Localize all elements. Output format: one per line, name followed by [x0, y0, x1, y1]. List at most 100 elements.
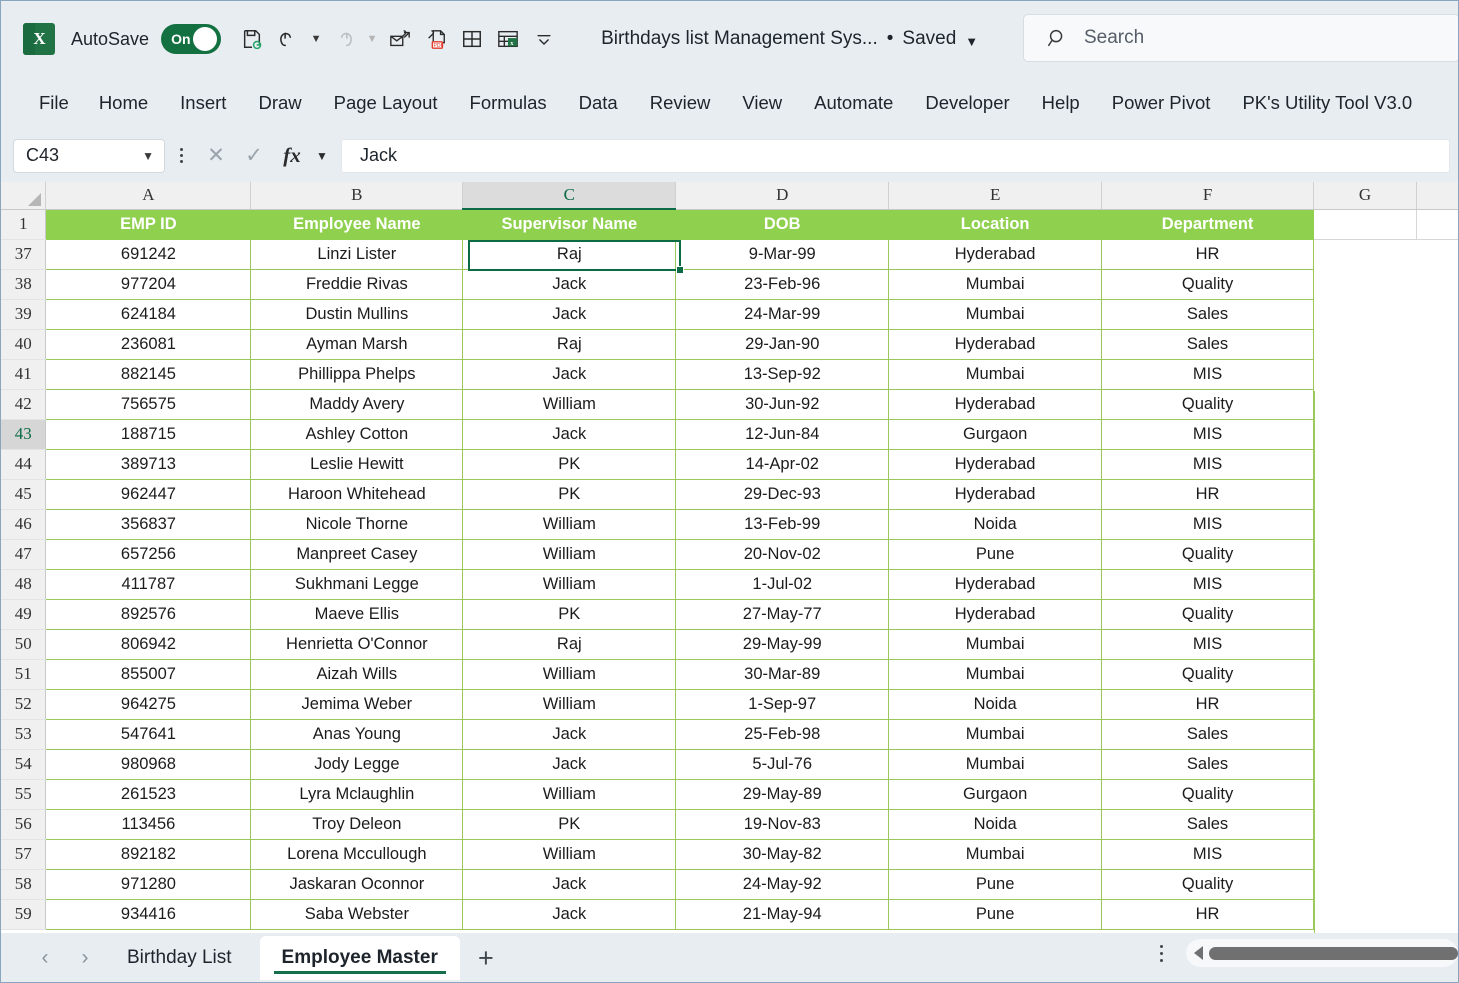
data-cell[interactable]: Sales	[1102, 809, 1314, 839]
row-header-46[interactable]: 46	[1, 509, 46, 539]
empty-cell[interactable]	[1314, 689, 1417, 719]
data-cell[interactable]: Jack	[463, 359, 676, 389]
empty-cell[interactable]	[1314, 659, 1417, 689]
data-cell[interactable]: HR	[1102, 899, 1314, 929]
data-cell[interactable]: Hyderabad	[889, 449, 1102, 479]
email-attach-icon[interactable]	[383, 22, 417, 56]
data-cell[interactable]: Manpreet Casey	[251, 539, 463, 569]
data-cell[interactable]: Mumbai	[889, 839, 1102, 869]
data-cell[interactable]: 9-Mar-99	[676, 239, 889, 269]
row-header-38[interactable]: 38	[1, 269, 46, 299]
row-header-48[interactable]: 48	[1, 569, 46, 599]
data-cell[interactable]: 13-Sep-92	[676, 359, 889, 389]
data-cell[interactable]: 30-Mar-89	[676, 659, 889, 689]
column-header-h[interactable]	[1416, 182, 1459, 209]
row-header-54[interactable]: 54	[1, 749, 46, 779]
ribbon-tab-power-pivot[interactable]: Power Pivot	[1096, 88, 1227, 118]
empty-cell[interactable]	[1416, 389, 1459, 419]
data-cell[interactable]: Noida	[889, 809, 1102, 839]
empty-cell[interactable]	[1314, 269, 1417, 299]
data-cell[interactable]: 977204	[46, 269, 251, 299]
sheet-more-options-icon[interactable]	[1153, 939, 1169, 967]
data-cell[interactable]: 13-Feb-99	[676, 509, 889, 539]
save-icon[interactable]	[235, 22, 269, 56]
chevron-down-icon[interactable]: ▼	[142, 149, 154, 163]
data-cell[interactable]: William	[463, 569, 676, 599]
data-cell[interactable]: 29-Jan-90	[676, 329, 889, 359]
row-header-50[interactable]: 50	[1, 629, 46, 659]
empty-cell[interactable]	[1314, 299, 1417, 329]
row-header-47[interactable]: 47	[1, 539, 46, 569]
data-cell[interactable]: Ayman Marsh	[251, 329, 463, 359]
data-cell[interactable]: Mumbai	[889, 659, 1102, 689]
data-cell[interactable]: Pune	[889, 899, 1102, 929]
data-cell[interactable]: Gurgaon	[889, 779, 1102, 809]
data-cell[interactable]: 27-May-77	[676, 599, 889, 629]
chevron-right-icon[interactable]: ›	[65, 938, 105, 978]
data-cell[interactable]: 882145	[46, 359, 251, 389]
row-header-52[interactable]: 52	[1, 689, 46, 719]
data-cell[interactable]: Hyderabad	[889, 329, 1102, 359]
empty-cell[interactable]	[1416, 479, 1459, 509]
column-title-cell[interactable]: EMP ID	[46, 209, 251, 239]
data-cell[interactable]: Jack	[463, 899, 676, 929]
empty-cell[interactable]	[1416, 899, 1459, 929]
data-cell[interactable]: Sales	[1102, 749, 1314, 779]
empty-cell[interactable]	[1416, 599, 1459, 629]
data-cell[interactable]: 971280	[46, 869, 251, 899]
row-header-57[interactable]: 57	[1, 839, 46, 869]
data-cell[interactable]: Haroon Whitehead	[251, 479, 463, 509]
redo-icon[interactable]	[327, 22, 361, 56]
data-cell[interactable]: Jack	[463, 749, 676, 779]
data-cell[interactable]: Quality	[1102, 659, 1314, 689]
autosave-toggle[interactable]: On	[161, 24, 221, 54]
data-cell[interactable]: Quality	[1102, 389, 1314, 419]
column-header-d[interactable]: D	[676, 182, 889, 209]
add-sheet-button[interactable]: +	[460, 936, 512, 980]
empty-cell[interactable]	[1314, 239, 1417, 269]
data-cell[interactable]: Hyderabad	[889, 599, 1102, 629]
data-cell[interactable]: PK	[463, 809, 676, 839]
column-title-cell[interactable]: DOB	[676, 209, 889, 239]
data-cell[interactable]: 236081	[46, 329, 251, 359]
data-cell[interactable]: MIS	[1102, 839, 1314, 869]
data-cell[interactable]: Hyderabad	[889, 569, 1102, 599]
empty-cell[interactable]	[1314, 719, 1417, 749]
data-cell[interactable]: 261523	[46, 779, 251, 809]
data-cell[interactable]: Henrietta O'Connor	[251, 629, 463, 659]
data-cell[interactable]: Pune	[889, 539, 1102, 569]
data-cell[interactable]: 30-Jun-92	[676, 389, 889, 419]
data-cell[interactable]: 980968	[46, 749, 251, 779]
empty-cell[interactable]	[1416, 509, 1459, 539]
data-cell[interactable]: 892576	[46, 599, 251, 629]
data-cell[interactable]: Jemima Weber	[251, 689, 463, 719]
data-cell[interactable]: Noida	[889, 689, 1102, 719]
data-cell[interactable]: 806942	[46, 629, 251, 659]
data-cell[interactable]: Sales	[1102, 329, 1314, 359]
data-cell[interactable]: MIS	[1102, 509, 1314, 539]
data-cell[interactable]: 624184	[46, 299, 251, 329]
empty-cell[interactable]	[1314, 869, 1417, 899]
data-cell[interactable]: 756575	[46, 389, 251, 419]
empty-cell[interactable]	[1416, 569, 1459, 599]
data-cell[interactable]: Troy Deleon	[251, 809, 463, 839]
data-cell[interactable]: 855007	[46, 659, 251, 689]
row-header-42[interactable]: 42	[1, 389, 46, 419]
data-cell[interactable]: Jack	[463, 269, 676, 299]
row-header-40[interactable]: 40	[1, 329, 46, 359]
data-cell[interactable]: Noida	[889, 509, 1102, 539]
column-title-cell[interactable]: Location	[889, 209, 1102, 239]
empty-cell[interactable]	[1416, 749, 1459, 779]
data-cell[interactable]: Aizah Wills	[251, 659, 463, 689]
data-cell[interactable]: PK	[463, 479, 676, 509]
data-cell[interactable]: 29-Dec-93	[676, 479, 889, 509]
row-header-59[interactable]: 59	[1, 899, 46, 929]
sheet-tab-employee-master[interactable]: Employee Master	[260, 936, 460, 980]
empty-cell[interactable]	[1416, 839, 1459, 869]
data-cell[interactable]: HR	[1102, 239, 1314, 269]
data-cell[interactable]: William	[463, 389, 676, 419]
data-cell[interactable]: 188715	[46, 419, 251, 449]
data-cell[interactable]: 1-Jul-02	[676, 569, 889, 599]
data-cell[interactable]: 14-Apr-02	[676, 449, 889, 479]
data-cell[interactable]: 29-May-99	[676, 629, 889, 659]
